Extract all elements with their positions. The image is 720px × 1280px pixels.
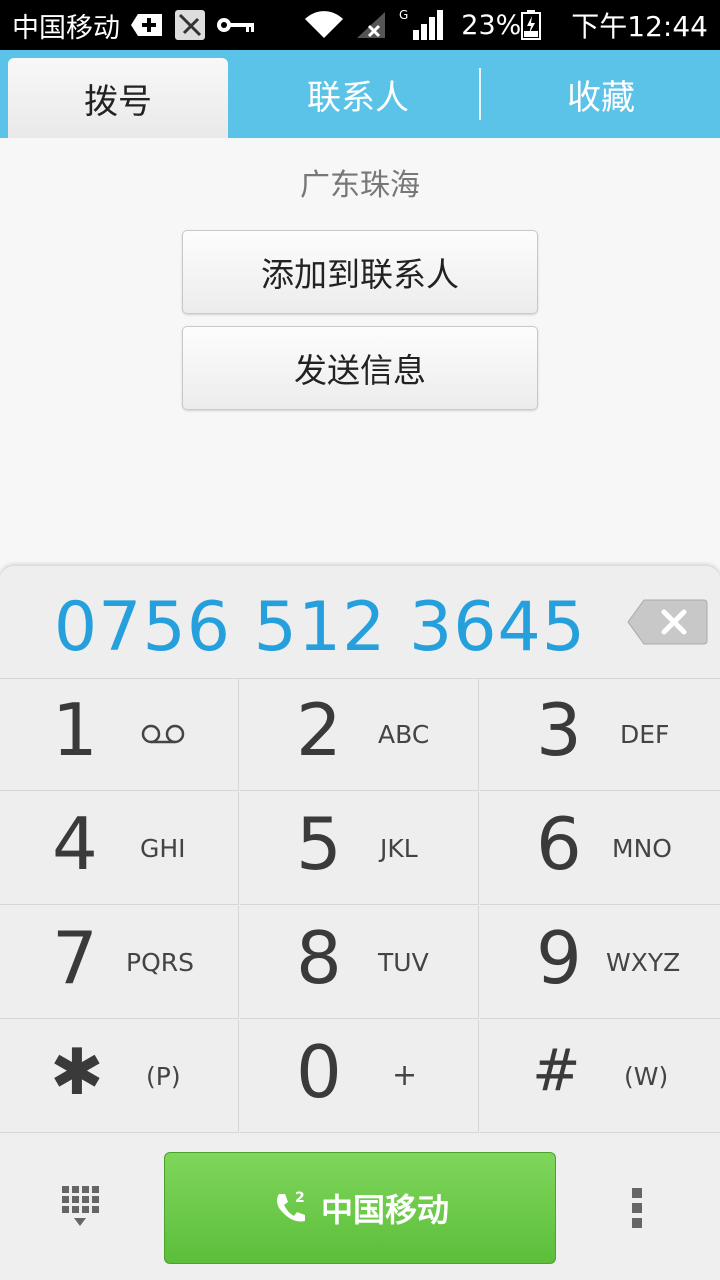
dial-content: 广东珠海 添加到联系人 发送信息	[0, 138, 720, 568]
key-digit: 4	[52, 802, 98, 886]
status-bar: 中国移动 G 23% 下午12:44	[0, 0, 720, 50]
key-letters: WXYZ	[606, 948, 681, 977]
battery-charging-icon	[521, 10, 542, 40]
key-4[interactable]: 4 GHI	[0, 792, 239, 905]
backspace-button[interactable]	[626, 598, 708, 646]
key-letters: JKL	[380, 834, 418, 863]
tab-dial[interactable]: 拨号	[8, 58, 228, 138]
key-hash[interactable]: # (W)	[480, 1020, 720, 1133]
tab-divider	[479, 68, 481, 120]
dialed-number: 0756 512 3645	[53, 588, 587, 667]
key-letters: TUV	[378, 948, 429, 977]
key-icon	[216, 15, 256, 35]
key-digit: 0	[296, 1030, 342, 1114]
key-letters: ABC	[378, 720, 430, 749]
key-letters: (W)	[624, 1062, 669, 1091]
send-message-button[interactable]: 发送信息	[182, 326, 538, 410]
key-letters: +	[392, 1058, 418, 1093]
tab-contacts[interactable]: 联系人	[238, 50, 478, 138]
phone-sim2-icon: 2	[276, 1190, 305, 1222]
add-notification-icon	[130, 12, 164, 38]
key-digit: 6	[536, 802, 582, 886]
sim-number: 2	[295, 1190, 305, 1206]
key-9[interactable]: 9 WXYZ	[480, 906, 720, 1019]
key-2[interactable]: 2 ABC	[240, 678, 479, 791]
dialpad-grid-icon	[62, 1186, 99, 1226]
tab-bar: 拨号 联系人 收藏	[0, 50, 720, 138]
key-digit: ✱	[50, 1036, 104, 1110]
key-digit: 8	[296, 916, 342, 1000]
call-button[interactable]: 2 中国移动	[164, 1152, 556, 1264]
signal-icon: G	[399, 8, 445, 42]
keypad: 1 2 ABC 3 DEF 4 GHI 5 JKL 6 MNO 7 PQRS 8…	[0, 678, 720, 1134]
backspace-icon	[627, 599, 708, 645]
network-type-label: G	[399, 8, 408, 22]
key-letters: (P)	[146, 1062, 181, 1091]
call-button-label: 中国移动	[320, 1191, 449, 1229]
battery-percent: 23%	[461, 9, 522, 41]
overflow-menu-icon	[632, 1188, 642, 1228]
voicemail-icon	[140, 722, 186, 751]
key-8[interactable]: 8 TUV	[240, 906, 479, 1019]
key-digit: 5	[296, 802, 342, 886]
key-1[interactable]: 1	[0, 678, 239, 791]
key-6[interactable]: 6 MNO	[480, 792, 720, 905]
dialpad-actions: 2 中国移动	[0, 1136, 720, 1280]
key-digit: 9	[536, 916, 582, 1000]
more-options-button[interactable]	[630, 1186, 644, 1234]
key-7[interactable]: 7 PQRS	[0, 906, 239, 1019]
add-to-contacts-button[interactable]: 添加到联系人	[182, 230, 538, 314]
signal-no-sim-icon	[355, 10, 389, 40]
key-digit: 2	[296, 688, 342, 772]
app-notification-icon	[174, 9, 206, 41]
key-letters: GHI	[140, 834, 186, 863]
clock: 下午12:44	[571, 10, 708, 43]
dialpad: 0756 512 3645 1 2 ABC 3 DEF 4 GHI 5 JKL …	[0, 566, 720, 1280]
key-0[interactable]: 0 +	[240, 1020, 479, 1133]
key-digit: 3	[536, 688, 582, 772]
key-digit: 7	[52, 916, 98, 1000]
key-3[interactable]: 3 DEF	[480, 678, 720, 791]
key-letters: MNO	[612, 834, 672, 863]
key-star[interactable]: ✱ (P)	[0, 1020, 239, 1133]
key-letters: PQRS	[126, 948, 194, 977]
wifi-icon	[303, 10, 345, 40]
tab-favorites[interactable]: 收藏	[482, 50, 720, 138]
key-digit: 1	[52, 688, 98, 772]
key-digit: #	[532, 1036, 581, 1104]
key-5[interactable]: 5 JKL	[240, 792, 479, 905]
dialpad-toggle-button[interactable]	[60, 1184, 100, 1232]
carrier-label: 中国移动	[12, 12, 120, 44]
key-letters: DEF	[620, 720, 670, 749]
number-location: 广东珠海	[300, 168, 420, 203]
